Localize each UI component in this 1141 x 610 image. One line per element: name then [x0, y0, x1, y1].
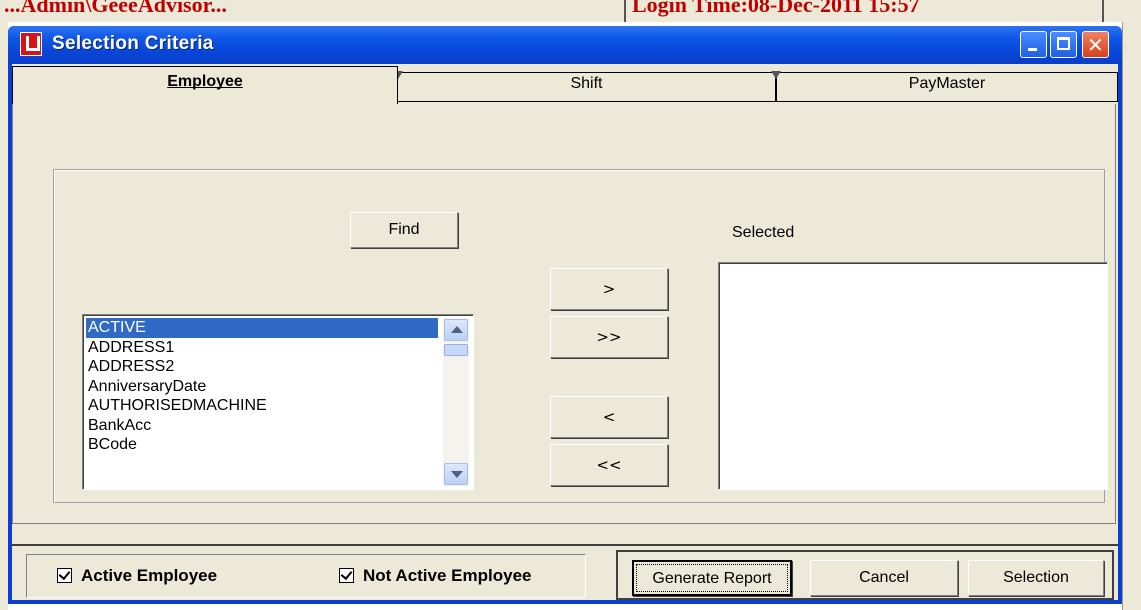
- close-button[interactable]: ✕: [1082, 31, 1109, 58]
- selected-fields-listbox[interactable]: [718, 262, 1108, 490]
- background-right-edge: [1122, 22, 1141, 610]
- list-item[interactable]: AnniversaryDate: [86, 377, 438, 397]
- add-all-fields-button[interactable]: >>: [550, 316, 668, 358]
- selected-label: Selected: [732, 224, 795, 241]
- tab-employee[interactable]: Employee: [12, 66, 398, 104]
- background-separator: [624, 0, 626, 22]
- remove-field-button[interactable]: <: [550, 396, 668, 438]
- background-user-path: ...Admin\GeeeAdvisor...: [4, 0, 227, 17]
- background-login-time: Login Time:08-Dec-2011 15:57: [632, 0, 920, 17]
- tab-divider-mark: [771, 71, 781, 79]
- close-icon: ✕: [1087, 33, 1104, 57]
- list-item[interactable]: BCode: [86, 435, 438, 455]
- background-app-header: ...Admin\GeeeAdvisor... Login Time:08-De…: [0, 0, 1141, 22]
- tab-paymaster-label: PayMaster: [908, 75, 986, 92]
- employee-status-filter: Active Employee Not Active Employee: [26, 554, 586, 598]
- selection-button[interactable]: Selection: [968, 560, 1104, 596]
- list-item[interactable]: ACTIVE: [86, 318, 438, 338]
- list-item[interactable]: AUTHORISEDMACHINE: [86, 396, 438, 416]
- list-item[interactable]: BankAcc: [86, 416, 438, 436]
- dialog-client-area: Employee Shift PayMaster Find Selected >…: [12, 64, 1118, 600]
- scroll-thumb[interactable]: [444, 344, 468, 356]
- chevron-down-icon: [451, 471, 463, 478]
- app-icon[interactable]: [20, 32, 42, 56]
- generate-report-button[interactable]: Generate Report: [632, 560, 792, 596]
- listbox-scrollbar[interactable]: [443, 318, 469, 486]
- remove-all-fields-button[interactable]: <<: [550, 444, 668, 486]
- checkbox-checked-icon[interactable]: [57, 568, 72, 583]
- active-employee-label[interactable]: Active Employee: [81, 566, 217, 586]
- find-button[interactable]: Find: [350, 212, 458, 248]
- add-field-button[interactable]: >: [550, 268, 668, 310]
- available-fields-items: ACTIVE ADDRESS1 ADDRESS2 AnniversaryDate AUT…: [86, 318, 438, 455]
- background-separator-right: [1102, 0, 1104, 22]
- scroll-up-button[interactable]: [444, 319, 468, 341]
- window-title: Selection Criteria: [52, 33, 214, 54]
- maximize-icon: [1057, 37, 1070, 50]
- scroll-down-button[interactable]: [444, 463, 468, 485]
- available-fields-listbox[interactable]: ACTIVE ADDRESS1 ADDRESS2 AnniversaryDate AUT…: [82, 314, 474, 490]
- tab-strip-line: [398, 101, 1118, 102]
- checkbox-checked-icon[interactable]: [339, 568, 354, 583]
- action-buttons-group: Generate Report Cancel Selection: [616, 550, 1114, 600]
- tab-paymaster[interactable]: PayMaster: [776, 72, 1118, 102]
- footer-bar: Active Employee Not Active Employee Gene…: [12, 544, 1118, 600]
- maximize-button[interactable]: [1050, 31, 1077, 58]
- background-left-edge: [0, 22, 8, 610]
- minimize-button[interactable]: [1020, 31, 1047, 58]
- list-item[interactable]: ADDRESS2: [86, 357, 438, 377]
- chevron-up-icon: [451, 326, 463, 333]
- selection-criteria-dialog: Selection Criteria ✕ Employee Shift PayM…: [8, 26, 1122, 604]
- tab-shift[interactable]: Shift: [398, 72, 776, 102]
- minimize-icon: [1028, 48, 1037, 51]
- find-button-label: Find: [388, 221, 420, 238]
- tab-employee-label: Employee: [167, 73, 243, 90]
- title-bar[interactable]: Selection Criteria ✕: [8, 26, 1122, 64]
- not-active-employee-label[interactable]: Not Active Employee: [363, 566, 531, 586]
- list-item[interactable]: ADDRESS1: [86, 338, 438, 358]
- tab-shift-label: Shift: [570, 75, 603, 92]
- cancel-button[interactable]: Cancel: [810, 560, 958, 596]
